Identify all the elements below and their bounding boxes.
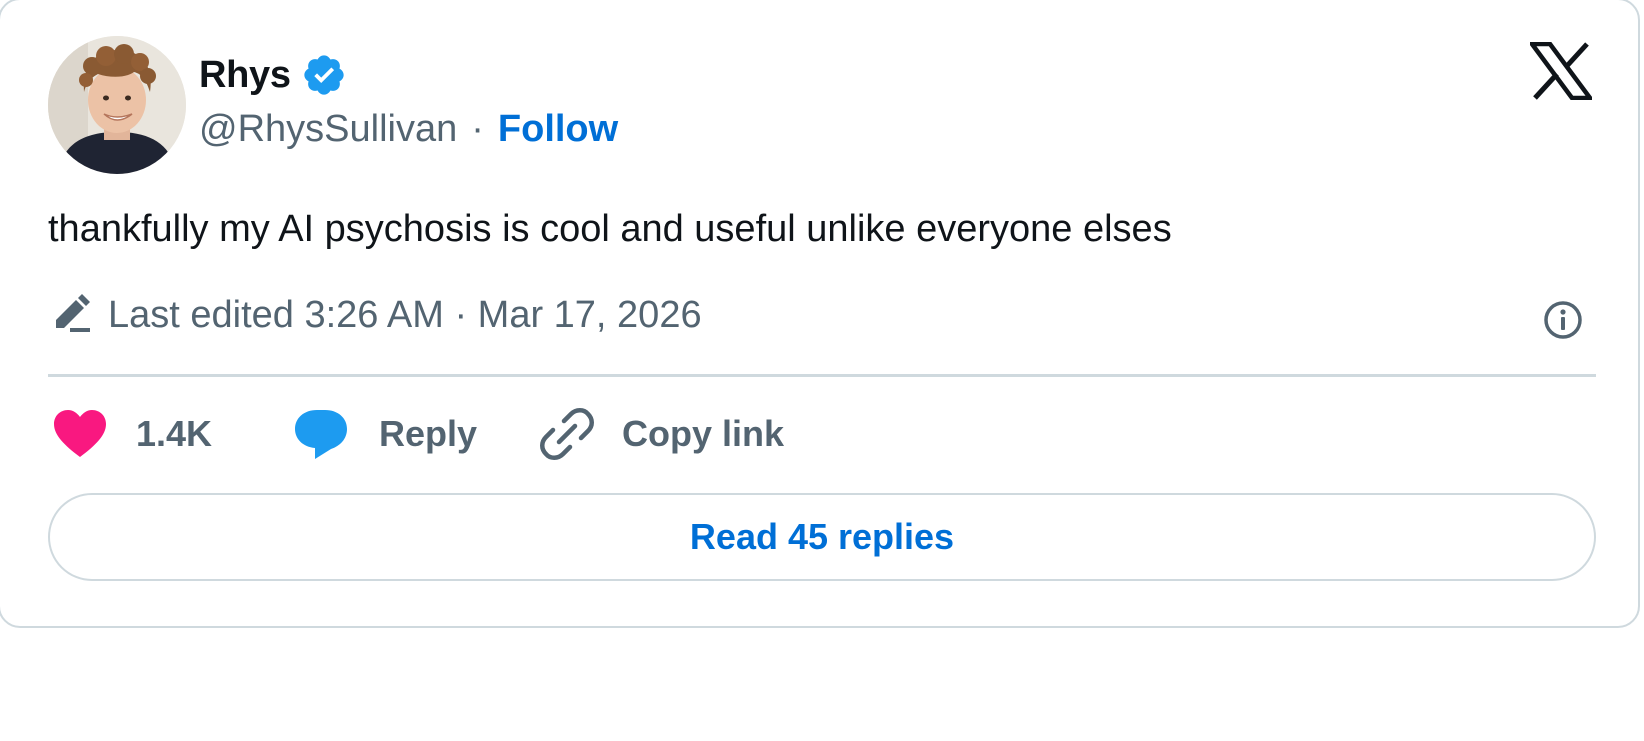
link-icon bbox=[540, 408, 594, 460]
author-name-row: Rhys bbox=[199, 50, 347, 100]
author-display-name[interactable]: Rhys bbox=[199, 54, 291, 97]
reply-label: Reply bbox=[379, 413, 478, 454]
copy-link-button[interactable]: Copy link bbox=[540, 406, 784, 462]
author-handle-row: @RhysSullivan · Follow bbox=[199, 104, 618, 154]
like-count: 1.4K bbox=[136, 413, 213, 454]
author-handle[interactable]: @RhysSullivan bbox=[199, 108, 457, 151]
x-logo-icon[interactable] bbox=[1527, 41, 1595, 101]
pencil-icon bbox=[52, 294, 94, 336]
tweet-text: thankfully my AI psychosis is cool and u… bbox=[48, 208, 1172, 250]
reply-button[interactable]: Reply bbox=[293, 406, 477, 462]
speech-bubble-icon bbox=[295, 410, 347, 459]
heart-icon bbox=[54, 410, 106, 457]
edited-timestamp-row[interactable]: Last edited 3:26 AM · Mar 17, 2026 bbox=[52, 289, 702, 341]
tweet-card: Rhys @RhysSullivan · Follow thankfully m… bbox=[0, 0, 1640, 628]
avatar[interactable] bbox=[48, 36, 186, 174]
follow-button[interactable]: Follow bbox=[498, 108, 618, 151]
copy-link-label: Copy link bbox=[622, 413, 785, 454]
verified-badge-icon bbox=[301, 52, 347, 98]
read-replies-button[interactable]: Read 45 replies bbox=[48, 493, 1596, 581]
read-replies-label: Read 45 replies bbox=[689, 516, 955, 557]
like-button[interactable]: 1.4K bbox=[52, 406, 212, 462]
avatar-photo bbox=[48, 36, 186, 174]
info-icon[interactable] bbox=[1542, 299, 1584, 341]
separator-dot: · bbox=[471, 107, 484, 150]
edited-timestamp: Last edited 3:26 AM · Mar 17, 2026 bbox=[108, 293, 702, 336]
divider bbox=[48, 374, 1596, 377]
